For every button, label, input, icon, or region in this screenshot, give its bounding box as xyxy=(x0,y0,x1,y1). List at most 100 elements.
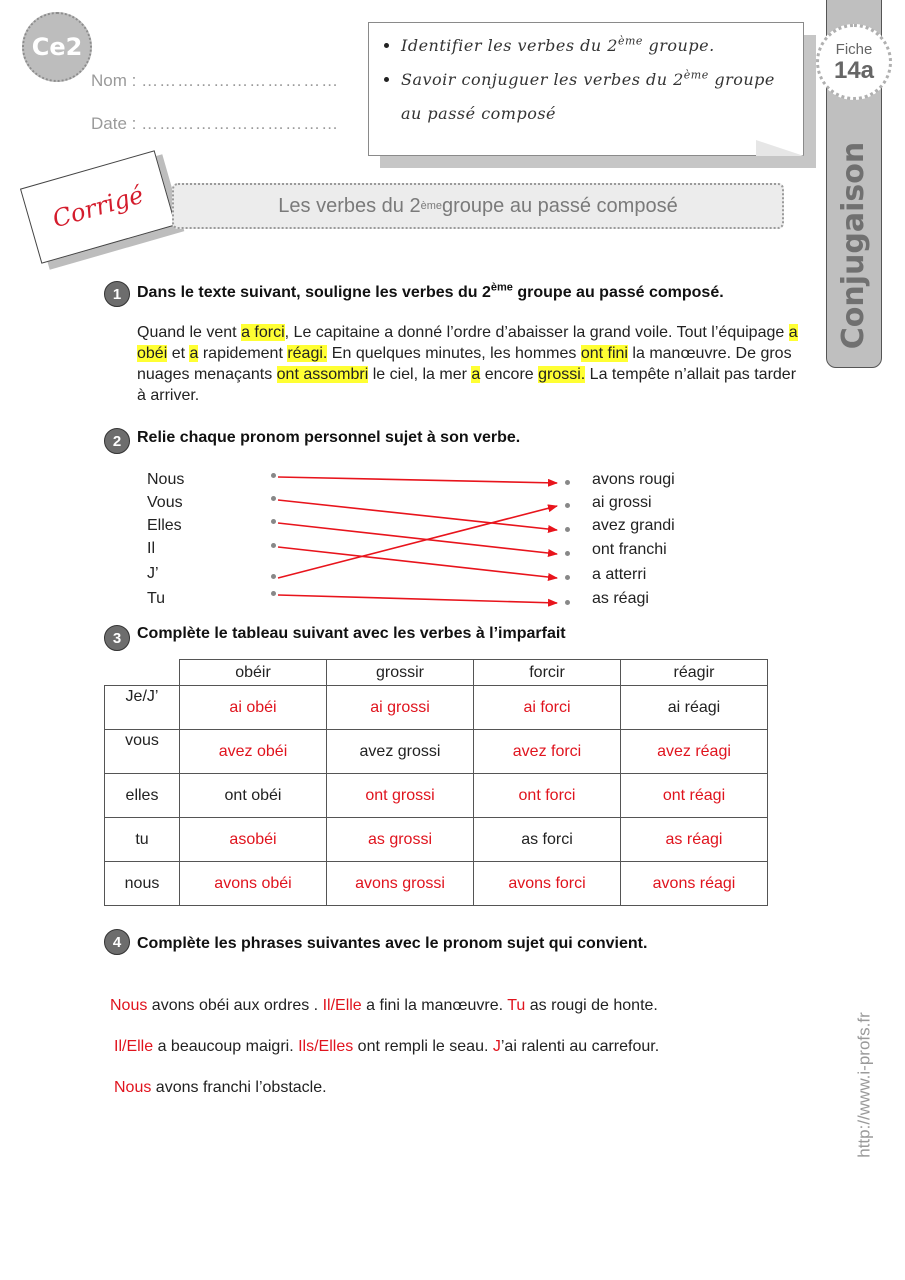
pronoun-anchor-dot[interactable] xyxy=(271,591,276,596)
given-cell: as forci xyxy=(473,817,621,862)
matching-arrow xyxy=(277,476,558,487)
answer-pronoun: Nous xyxy=(114,1079,152,1096)
pronoun-item: Nous xyxy=(147,471,185,488)
matching-arrow xyxy=(277,499,558,534)
highlighted-verb: ont assombri xyxy=(276,366,369,383)
fiche-badge: Fiche 14a xyxy=(816,24,892,100)
page-title: Les verbes du 2 ème groupe au passé compo… xyxy=(172,183,784,229)
given-cell: ont obéi xyxy=(179,773,327,818)
page-curl-icon xyxy=(756,140,804,156)
objective-item: Savoir conjuguer les verbes du 2ème grou… xyxy=(401,63,791,131)
name-field[interactable]: Nom : …………………………… xyxy=(91,71,339,91)
verb-item: avons rougi xyxy=(592,471,675,488)
sentence-line: Nous avons obéi aux ordres . Il/Elle a f… xyxy=(110,997,658,1015)
highlighted-verb: ont fini xyxy=(580,345,628,362)
passage-text: et xyxy=(167,345,190,362)
corrige-stamp: Corrigé xyxy=(19,150,177,264)
corrige-label: Corrigé xyxy=(49,180,147,234)
verb-anchor-dot[interactable] xyxy=(565,480,570,485)
answer-cell: avons grossi xyxy=(326,861,474,906)
sentence-text: ont rempli le seau. xyxy=(353,1038,493,1055)
exercise-number-badge: 2 xyxy=(104,428,130,454)
column-header: grossir xyxy=(326,659,474,686)
sentence-line: Il/Elle a beaucoup maigri. Ils/Elles ont… xyxy=(114,1038,659,1056)
answer-cell: avons réagi xyxy=(620,861,768,906)
row-pronoun: vous xyxy=(104,729,180,774)
table-row: tu asobéi as grossi as forci as réagi xyxy=(104,817,768,862)
answer-pronoun: Nous xyxy=(110,997,148,1014)
answer-cell: ai forci xyxy=(473,685,621,730)
name-dotted-line: …………………………… xyxy=(141,71,340,90)
answer-cell: as réagi xyxy=(620,817,768,862)
row-pronoun: nous xyxy=(104,861,180,906)
conjugation-table: obéir grossir forcir réagir Je/J’ ai obéi ai g… xyxy=(104,659,768,906)
verb-item: avez grandi xyxy=(592,517,675,534)
verb-anchor-dot[interactable] xyxy=(565,551,570,556)
pronoun-item: Il xyxy=(147,540,155,557)
subject-label: Conjugaison xyxy=(836,141,872,349)
exercise-3-title: Complète le tableau suivant avec les ver… xyxy=(137,625,566,642)
answer-cell: ont forci xyxy=(473,773,621,818)
answer-pronoun: Ils/Elles xyxy=(298,1038,354,1055)
verb-item: ont franchi xyxy=(592,541,667,558)
pronoun-item: J’ xyxy=(147,565,159,582)
passage-text: rapidement xyxy=(198,345,288,362)
pronoun-anchor-dot[interactable] xyxy=(271,574,276,579)
passage-text: encore xyxy=(480,366,539,383)
given-cell: ai réagi xyxy=(620,685,768,730)
pronoun-anchor-dot[interactable] xyxy=(271,543,276,548)
matching-arrow xyxy=(277,504,558,579)
objective-item: Identifier les verbes du 2ème groupe. xyxy=(401,29,791,63)
highlighted-verb: a forci xyxy=(241,324,285,341)
answer-pronoun: Il/Elle xyxy=(114,1038,154,1055)
date-field[interactable]: Date : …………………………… xyxy=(91,114,339,134)
exercise-1-passage: Quand le vent a forci, Le capitaine a do… xyxy=(137,322,809,406)
sentence-text: a fini la manœuvre. xyxy=(361,997,508,1014)
pronoun-anchor-dot[interactable] xyxy=(271,496,276,501)
answer-pronoun: Il/Elle xyxy=(322,997,362,1014)
matching-arrow xyxy=(277,594,558,607)
verb-item: as réagi xyxy=(592,590,649,607)
footer-url-wrap: http://www.i-profs.fr xyxy=(820,1000,905,1170)
table-corner xyxy=(104,659,180,686)
answer-cell: ai obéi xyxy=(179,685,327,730)
answer-cell: avons obéi xyxy=(179,861,327,906)
verb-anchor-dot[interactable] xyxy=(565,600,570,605)
date-dotted-line: …………………………… xyxy=(141,114,340,133)
pronoun-item: Tu xyxy=(147,590,166,607)
pronoun-anchor-dot[interactable] xyxy=(271,519,276,524)
pronoun-item: Vous xyxy=(147,494,183,511)
verb-anchor-dot[interactable] xyxy=(565,527,570,532)
footer-url[interactable]: http://www.i-profs.fr xyxy=(855,1012,875,1157)
exercise-number-badge: 1 xyxy=(104,281,130,307)
passage-text: , Le capitaine a donné l’ordre d’abaisse… xyxy=(284,324,789,341)
table-row: Je/J’ ai obéi ai grossi ai forci ai réagi xyxy=(104,685,768,730)
answer-cell: avez obéi xyxy=(179,729,327,774)
answer-cell: ont grossi xyxy=(326,773,474,818)
matching-arrow xyxy=(277,546,558,581)
pronoun-anchor-dot[interactable] xyxy=(271,473,276,478)
matching-arrow xyxy=(277,522,558,557)
verb-item: ai grossi xyxy=(592,494,652,511)
highlighted-verb: grossi. xyxy=(538,366,586,383)
subject-label-wrap: Conjugaison xyxy=(826,141,882,348)
verb-anchor-dot[interactable] xyxy=(565,503,570,508)
sentence-line: Nous avons franchi l’obstacle. xyxy=(114,1079,327,1097)
sentence-text: as rougi de honte. xyxy=(525,997,658,1014)
answer-cell: ont réagi xyxy=(620,773,768,818)
table-header-row: obéir grossir forcir réagir xyxy=(104,659,768,686)
given-cell: avez grossi xyxy=(326,729,474,774)
exercise-number-badge: 3 xyxy=(104,625,130,651)
answer-cell: asobéi xyxy=(179,817,327,862)
exercise-4-title: Complète les phrases suivantes avec le p… xyxy=(137,935,648,952)
answer-cell: as grossi xyxy=(326,817,474,862)
passage-text: Quand le vent xyxy=(137,324,242,341)
sentence-text: ’ai ralenti au carrefour. xyxy=(500,1038,660,1055)
column-header: obéir xyxy=(179,659,327,686)
verb-item: a atterri xyxy=(592,566,647,583)
verb-anchor-dot[interactable] xyxy=(565,575,570,580)
exercise-number-badge: 4 xyxy=(104,929,130,955)
fiche-label: Fiche xyxy=(835,40,873,58)
row-pronoun: Je/J’ xyxy=(104,685,180,730)
exercise-1-title: Dans le texte suivant, souligne les verb… xyxy=(137,281,724,301)
